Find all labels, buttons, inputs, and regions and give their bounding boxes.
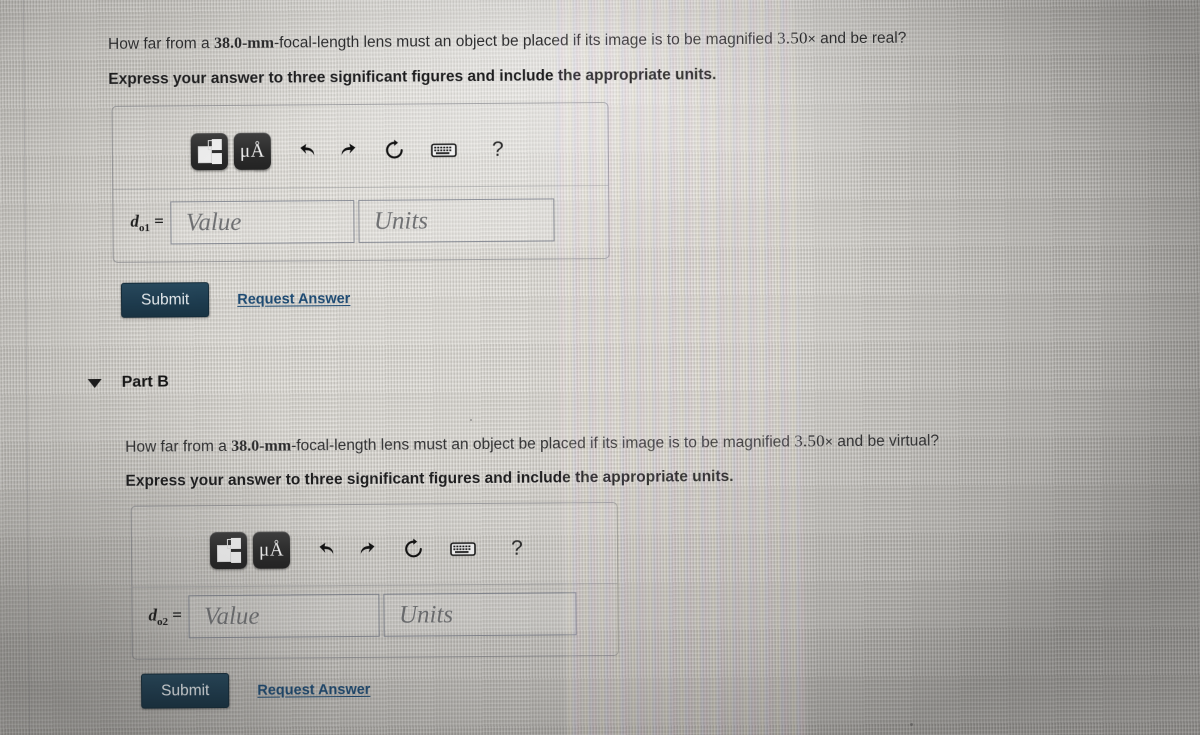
panel-divider: [113, 184, 609, 190]
keyboard-icon: [431, 142, 457, 158]
part-b-question: How far from a 38.0-mm-focal-length lens…: [125, 430, 939, 457]
units-placeholder: Units: [373, 206, 429, 235]
template-right-top-box-icon: [211, 139, 222, 151]
reset-icon: [382, 139, 405, 162]
help-button[interactable]: ?: [500, 531, 534, 565]
reset-icon: [401, 537, 424, 560]
question-lead: How far from a: [125, 437, 232, 456]
part-a-instruction: Express your answer to three significant…: [108, 66, 717, 88]
reset-button[interactable]: [396, 532, 430, 566]
template-picker-button[interactable]: [209, 531, 248, 570]
undo-icon: [314, 540, 336, 560]
template-right-bottom-box-icon: [211, 153, 222, 165]
photographed-screen: How far from a 38.0-mm-focal-length lens…: [0, 0, 1200, 735]
redo-icon: [358, 539, 380, 559]
equals-sign: =: [172, 605, 183, 625]
part-a-submit-button[interactable]: Submit: [120, 282, 210, 318]
question-middle: -focal-length lens must an object be pla…: [273, 30, 778, 52]
part-b-units-input[interactable]: Units: [383, 592, 578, 637]
variable-subscript: o2: [157, 616, 169, 629]
focal-length-value: 38.0-mm: [231, 437, 292, 455]
variable-symbol: d: [148, 605, 158, 625]
units-button[interactable]: μÅ: [233, 132, 272, 170]
part-b-header[interactable]: Part B: [87, 373, 169, 392]
part-b-title: Part B: [121, 373, 169, 391]
part-b-instruction: Express your answer to three significant…: [125, 468, 734, 490]
micro-angstrom-label: μÅ: [258, 539, 285, 561]
undo-button[interactable]: [308, 533, 342, 567]
units-button[interactable]: μÅ: [252, 531, 291, 569]
focal-length-value: 38.0-mm: [213, 34, 275, 53]
value-placeholder: Value: [203, 602, 260, 630]
chevron-down-icon[interactable]: [87, 378, 102, 388]
part-a-actions: Submit Request Answer: [120, 281, 351, 318]
part-b-answer-row: do2 = Value Units: [148, 592, 578, 639]
question-mark-icon: ?: [491, 137, 504, 161]
part-b-toolbar: μÅ ?: [209, 530, 544, 570]
part-a-variable-label: do1 =: [130, 212, 164, 235]
variable-subscript: o1: [138, 222, 151, 235]
question-middle: -focal-length lens must an object be pla…: [291, 433, 795, 455]
redo-button[interactable]: [352, 532, 386, 566]
question-tail: and be virtual?: [832, 432, 940, 451]
help-button[interactable]: ?: [481, 132, 515, 166]
template-right-bottom-box-icon: [231, 551, 242, 563]
part-a-units-input[interactable]: Units: [358, 198, 556, 243]
part-b-value-input[interactable]: Value: [188, 593, 381, 639]
units-placeholder: Units: [398, 600, 454, 629]
template-right-top-box-icon: [230, 537, 241, 549]
keyboard-icon: [450, 541, 476, 557]
magnification-value: 3.50: [794, 431, 825, 451]
times-symbol: ×: [807, 30, 816, 47]
undo-button[interactable]: [289, 134, 323, 168]
keyboard-button[interactable]: [427, 133, 461, 167]
part-b-submit-button[interactable]: Submit: [140, 672, 230, 709]
question-tail: and be real?: [815, 29, 907, 48]
template-picker-button[interactable]: [190, 132, 229, 171]
redo-icon: [339, 140, 361, 160]
undo-icon: [295, 141, 317, 161]
part-b-request-answer-link[interactable]: Request Answer: [257, 681, 370, 698]
times-symbol: ×: [824, 433, 834, 450]
keyboard-button[interactable]: [446, 532, 480, 566]
part-a-answer-row: do1 = Value Units: [130, 198, 556, 245]
panel-divider: [132, 582, 618, 588]
question-mark-icon: ?: [511, 536, 523, 560]
equals-sign: =: [154, 211, 164, 231]
part-a-question: How far from a 38.0-mm-focal-length lens…: [108, 28, 906, 55]
part-b-variable-label: do2 =: [148, 606, 182, 629]
part-a-value-input[interactable]: Value: [170, 199, 356, 245]
value-placeholder: Value: [185, 208, 242, 236]
part-b-actions: Submit Request Answer: [140, 672, 371, 709]
reset-button[interactable]: [377, 133, 411, 167]
question-lead: How far from a: [107, 35, 215, 53]
micro-angstrom-label: μÅ: [239, 140, 265, 162]
variable-symbol: d: [130, 211, 139, 232]
magnification-value: 3.50: [777, 28, 808, 48]
part-a-toolbar: μÅ ?: [190, 131, 525, 171]
redo-button[interactable]: [333, 133, 367, 167]
part-a-request-answer-link[interactable]: Request Answer: [237, 291, 350, 308]
